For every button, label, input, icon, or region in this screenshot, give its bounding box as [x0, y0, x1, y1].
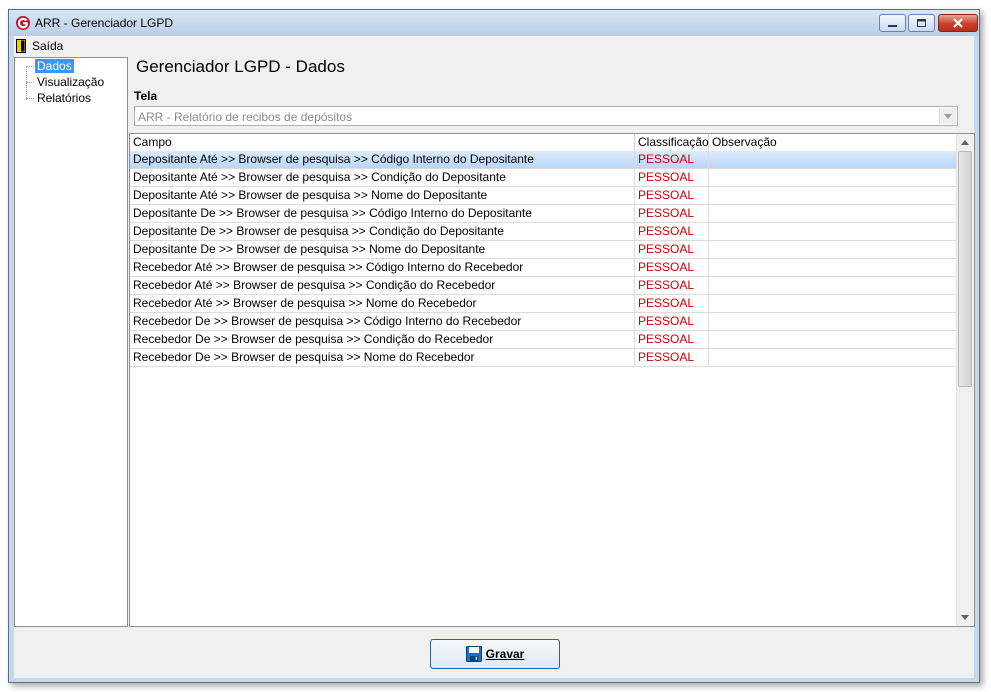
- cell-campo: Depositante Até >> Browser de pesquisa >…: [130, 151, 635, 168]
- cell-campo: Recebedor Até >> Browser de pesquisa >> …: [130, 295, 635, 312]
- cell-classificacao[interactable]: PESSOAL: [635, 331, 709, 348]
- cell-observacao[interactable]: [709, 169, 958, 186]
- maximize-button[interactable]: [908, 14, 935, 32]
- cell-campo: Recebedor De >> Browser de pesquisa >> C…: [130, 313, 635, 330]
- app-window: ARR - Gerenciador LGPD Saída Dados Visua…: [8, 9, 980, 683]
- cell-classificacao[interactable]: PESSOAL: [635, 277, 709, 294]
- arr-logo-icon: [16, 16, 30, 30]
- floppy-disk-icon: [465, 646, 482, 662]
- table-row[interactable]: Depositante De >> Browser de pesquisa >>…: [130, 205, 958, 223]
- table-row[interactable]: Recebedor Até >> Browser de pesquisa >> …: [130, 295, 958, 313]
- tela-label: Tela: [134, 89, 158, 103]
- table-row[interactable]: Depositante De >> Browser de pesquisa >>…: [130, 241, 958, 259]
- minimize-button[interactable]: [879, 14, 906, 32]
- scroll-down-icon[interactable]: [957, 609, 974, 626]
- close-icon: [953, 18, 963, 28]
- table-row[interactable]: Depositante Até >> Browser de pesquisa >…: [130, 187, 958, 205]
- cell-observacao[interactable]: [709, 349, 958, 366]
- cell-observacao[interactable]: [709, 241, 958, 258]
- tree-connector: [26, 66, 27, 100]
- cell-campo: Recebedor Até >> Browser de pesquisa >> …: [130, 277, 635, 294]
- table-row[interactable]: Depositante Até >> Browser de pesquisa >…: [130, 151, 958, 169]
- cell-campo: Depositante De >> Browser de pesquisa >>…: [130, 223, 635, 240]
- tree-connector: [26, 66, 34, 67]
- cell-observacao[interactable]: [709, 187, 958, 204]
- vertical-scrollbar[interactable]: [956, 134, 974, 626]
- save-button[interactable]: Gravar: [430, 639, 560, 669]
- client-area: Saída Dados Visualização Relatórios Gere…: [14, 36, 975, 678]
- column-header-observacao[interactable]: Observação: [709, 134, 958, 151]
- cell-campo: Depositante Até >> Browser de pesquisa >…: [130, 187, 635, 204]
- cell-campo: Recebedor De >> Browser de pesquisa >> C…: [130, 331, 635, 348]
- cell-observacao[interactable]: [709, 205, 958, 222]
- cell-observacao[interactable]: [709, 151, 958, 168]
- table-row[interactable]: Recebedor Até >> Browser de pesquisa >> …: [130, 277, 958, 295]
- cell-campo: Depositante Até >> Browser de pesquisa >…: [130, 169, 635, 186]
- close-button[interactable]: [938, 14, 978, 32]
- cell-observacao[interactable]: [709, 331, 958, 348]
- column-header-classificacao[interactable]: Classificação: [635, 134, 709, 151]
- tela-select-value: ARR - Relatório de recibos de depósitos: [138, 110, 353, 124]
- cell-observacao[interactable]: [709, 223, 958, 240]
- tree-connector: [26, 98, 34, 99]
- title-bar[interactable]: ARR - Gerenciador LGPD: [9, 10, 979, 36]
- cell-classificacao[interactable]: PESSOAL: [635, 169, 709, 186]
- grid-header: Campo Classificação Observação: [130, 134, 958, 152]
- page-title: Gerenciador LGPD - Dados: [136, 57, 345, 76]
- table-row[interactable]: Recebedor De >> Browser de pesquisa >> C…: [130, 313, 958, 331]
- scroll-up-icon[interactable]: [957, 134, 974, 151]
- cell-classificacao[interactable]: PESSOAL: [635, 313, 709, 330]
- bottom-panel: Gravar: [14, 628, 974, 678]
- maximize-icon: [917, 19, 926, 27]
- table-row[interactable]: Recebedor De >> Browser de pesquisa >> N…: [130, 349, 958, 367]
- cell-classificacao[interactable]: PESSOAL: [635, 187, 709, 204]
- cell-classificacao[interactable]: PESSOAL: [635, 151, 709, 168]
- save-button-label: Gravar: [485, 647, 525, 661]
- minimize-icon: [888, 25, 897, 27]
- cell-classificacao[interactable]: PESSOAL: [635, 205, 709, 222]
- cell-campo: Depositante De >> Browser de pesquisa >>…: [130, 205, 635, 222]
- cell-classificacao[interactable]: PESSOAL: [635, 259, 709, 276]
- tela-select[interactable]: ARR - Relatório de recibos de depósitos: [134, 106, 958, 126]
- cell-classificacao[interactable]: PESSOAL: [635, 241, 709, 258]
- tree-item-dados[interactable]: Dados: [35, 59, 74, 73]
- menu-exit-label: Saída: [32, 39, 64, 53]
- cell-classificacao[interactable]: PESSOAL: [635, 349, 709, 366]
- table-row[interactable]: Depositante Até >> Browser de pesquisa >…: [130, 169, 958, 187]
- cell-observacao[interactable]: [709, 295, 958, 312]
- tree-item-visualizacao[interactable]: Visualização: [35, 75, 106, 89]
- table-row[interactable]: Recebedor De >> Browser de pesquisa >> C…: [130, 331, 958, 349]
- column-header-campo[interactable]: Campo: [130, 134, 635, 151]
- menu-exit[interactable]: Saída: [16, 38, 63, 54]
- tree-item-relatorios[interactable]: Relatórios: [35, 91, 93, 105]
- cell-classificacao[interactable]: PESSOAL: [635, 223, 709, 240]
- cell-campo: Recebedor Até >> Browser de pesquisa >> …: [130, 259, 635, 276]
- table-row[interactable]: Recebedor Até >> Browser de pesquisa >> …: [130, 259, 958, 277]
- fields-grid: Campo Classificação Observação Depositan…: [129, 133, 975, 627]
- cell-campo: Recebedor De >> Browser de pesquisa >> N…: [130, 349, 635, 366]
- tree-connector: [26, 82, 34, 83]
- scrollbar-thumb[interactable]: [958, 151, 972, 387]
- door-exit-icon: [16, 39, 26, 53]
- cell-classificacao[interactable]: PESSOAL: [635, 295, 709, 312]
- navigation-tree: Dados Visualização Relatórios: [14, 57, 128, 627]
- cell-observacao[interactable]: [709, 313, 958, 330]
- table-row[interactable]: Depositante De >> Browser de pesquisa >>…: [130, 223, 958, 241]
- cell-observacao[interactable]: [709, 277, 958, 294]
- dropdown-arrow-icon[interactable]: [939, 108, 956, 124]
- cell-observacao[interactable]: [709, 259, 958, 276]
- menu-bar: Saída: [14, 36, 974, 56]
- cell-campo: Depositante De >> Browser de pesquisa >>…: [130, 241, 635, 258]
- window-title: ARR - Gerenciador LGPD: [35, 16, 174, 30]
